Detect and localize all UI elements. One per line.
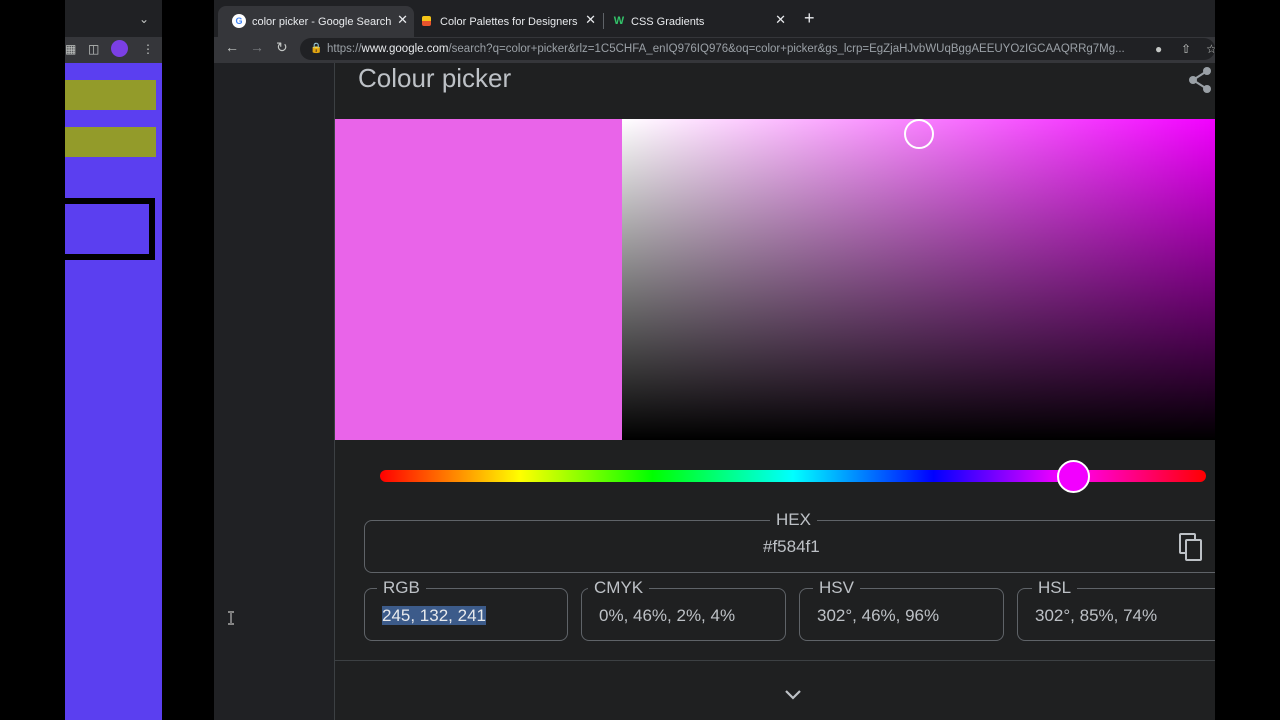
reload-icon[interactable]: ↻ — [276, 39, 288, 56]
side-panel-icon[interactable]: ◫ — [88, 42, 99, 56]
palette-favicon-icon — [422, 16, 431, 26]
hex-label: HEX — [770, 510, 817, 530]
tab-title: color picker - Google Search — [252, 15, 392, 28]
chevron-down-icon[interactable] — [783, 688, 803, 702]
outlined-box — [65, 198, 155, 260]
text-cursor-icon — [228, 611, 234, 625]
left-toolbar: ▦ ◫ ⋮ — [65, 37, 162, 63]
close-icon[interactable]: ✕ — [775, 12, 786, 28]
page-title: Colour picker — [358, 63, 512, 93]
olive-bar — [65, 127, 156, 157]
forward-arrow-icon[interactable]: → — [250, 39, 264, 55]
rgb-label: RGB — [377, 578, 426, 598]
close-icon[interactable]: ✕ — [585, 12, 596, 28]
toolbar: ← → ↻ 🔒 https://www.google.com/search?q=… — [214, 37, 1215, 63]
saturation-value-handle[interactable] — [904, 119, 934, 149]
color-picker-card: Colour picker HEX #f584f1 RGB 245, 132, … — [334, 63, 1215, 720]
profile-avatar[interactable] — [111, 40, 128, 57]
w-favicon-icon: W — [613, 15, 625, 27]
address-bar[interactable]: 🔒 https://www.google.com/search?q=color+… — [300, 38, 1215, 60]
hsl-value[interactable]: 302°, 85%, 74% — [1035, 606, 1157, 626]
tab-color-palettes[interactable]: Color Palettes for Designers an ✕ — [414, 6, 602, 37]
lock-icon: 🔒 — [310, 43, 323, 54]
rgb-field[interactable]: RGB 245, 132, 241 — [364, 578, 568, 641]
left-tab-bar: ⌄ — [65, 0, 162, 37]
new-tab-plus-icon[interactable]: + — [804, 8, 815, 29]
expand-section[interactable] — [335, 660, 1215, 720]
hsv-label: HSV — [813, 578, 860, 598]
location-pin-icon[interactable]: ● — [1155, 38, 1162, 60]
cmyk-label: CMYK — [588, 578, 650, 598]
cmyk-value[interactable]: 0%, 46%, 2%, 4% — [599, 606, 735, 626]
kebab-menu-icon[interactable]: ⋮ — [142, 42, 154, 56]
share-page-icon[interactable]: ⇧ — [1181, 38, 1191, 60]
chevron-down-icon[interactable]: ⌄ — [139, 12, 149, 26]
hsl-field[interactable]: HSL 302°, 85%, 74% — [1017, 578, 1215, 641]
cmyk-field[interactable]: CMYK 0%, 46%, 2%, 4% — [581, 578, 786, 641]
bookmark-star-icon[interactable]: ☆ — [1206, 38, 1215, 60]
hex-value[interactable]: #f584f1 — [763, 537, 820, 557]
tab-title: CSS Gradients — [631, 15, 705, 28]
share-icon[interactable] — [1185, 65, 1215, 95]
hsv-field[interactable]: HSV 302°, 46%, 96% — [799, 578, 1004, 641]
tab-color-picker[interactable]: G color picker - Google Search ✕ — [218, 6, 414, 37]
rgb-value[interactable]: 245, 132, 241 — [382, 606, 486, 626]
hsv-value[interactable]: 302°, 46%, 96% — [817, 606, 939, 626]
hsl-label: HSL — [1032, 578, 1078, 598]
tab-title: Color Palettes for Designers an — [440, 15, 580, 28]
extensions-puzzle-icon[interactable]: ▦ — [65, 42, 76, 56]
tab-css-gradients[interactable]: W CSS Gradients ✕ — [604, 6, 792, 37]
address-url: https://www.google.com/search?q=color+pi… — [327, 43, 1125, 55]
olive-bar — [65, 80, 156, 110]
saturation-value-area[interactable] — [622, 119, 1215, 440]
close-icon[interactable]: ✕ — [397, 12, 408, 28]
hex-field[interactable]: HEX #f584f1 — [364, 510, 1215, 573]
copy-icon[interactable] — [1178, 532, 1204, 562]
color-preview-swatch — [335, 119, 622, 440]
tab-bar: G color picker - Google Search ✕ Color P… — [214, 0, 1215, 37]
hue-slider-handle[interactable] — [1057, 460, 1091, 493]
back-arrow-icon[interactable]: ← — [225, 39, 239, 55]
page-content: Colour picker HEX #f584f1 RGB 245, 132, … — [214, 63, 1215, 720]
google-g-icon: G — [232, 14, 246, 28]
left-browser-window: ⌄ ▦ ◫ ⋮ — [65, 0, 162, 720]
main-browser-window: G color picker - Google Search ✕ Color P… — [214, 0, 1215, 720]
